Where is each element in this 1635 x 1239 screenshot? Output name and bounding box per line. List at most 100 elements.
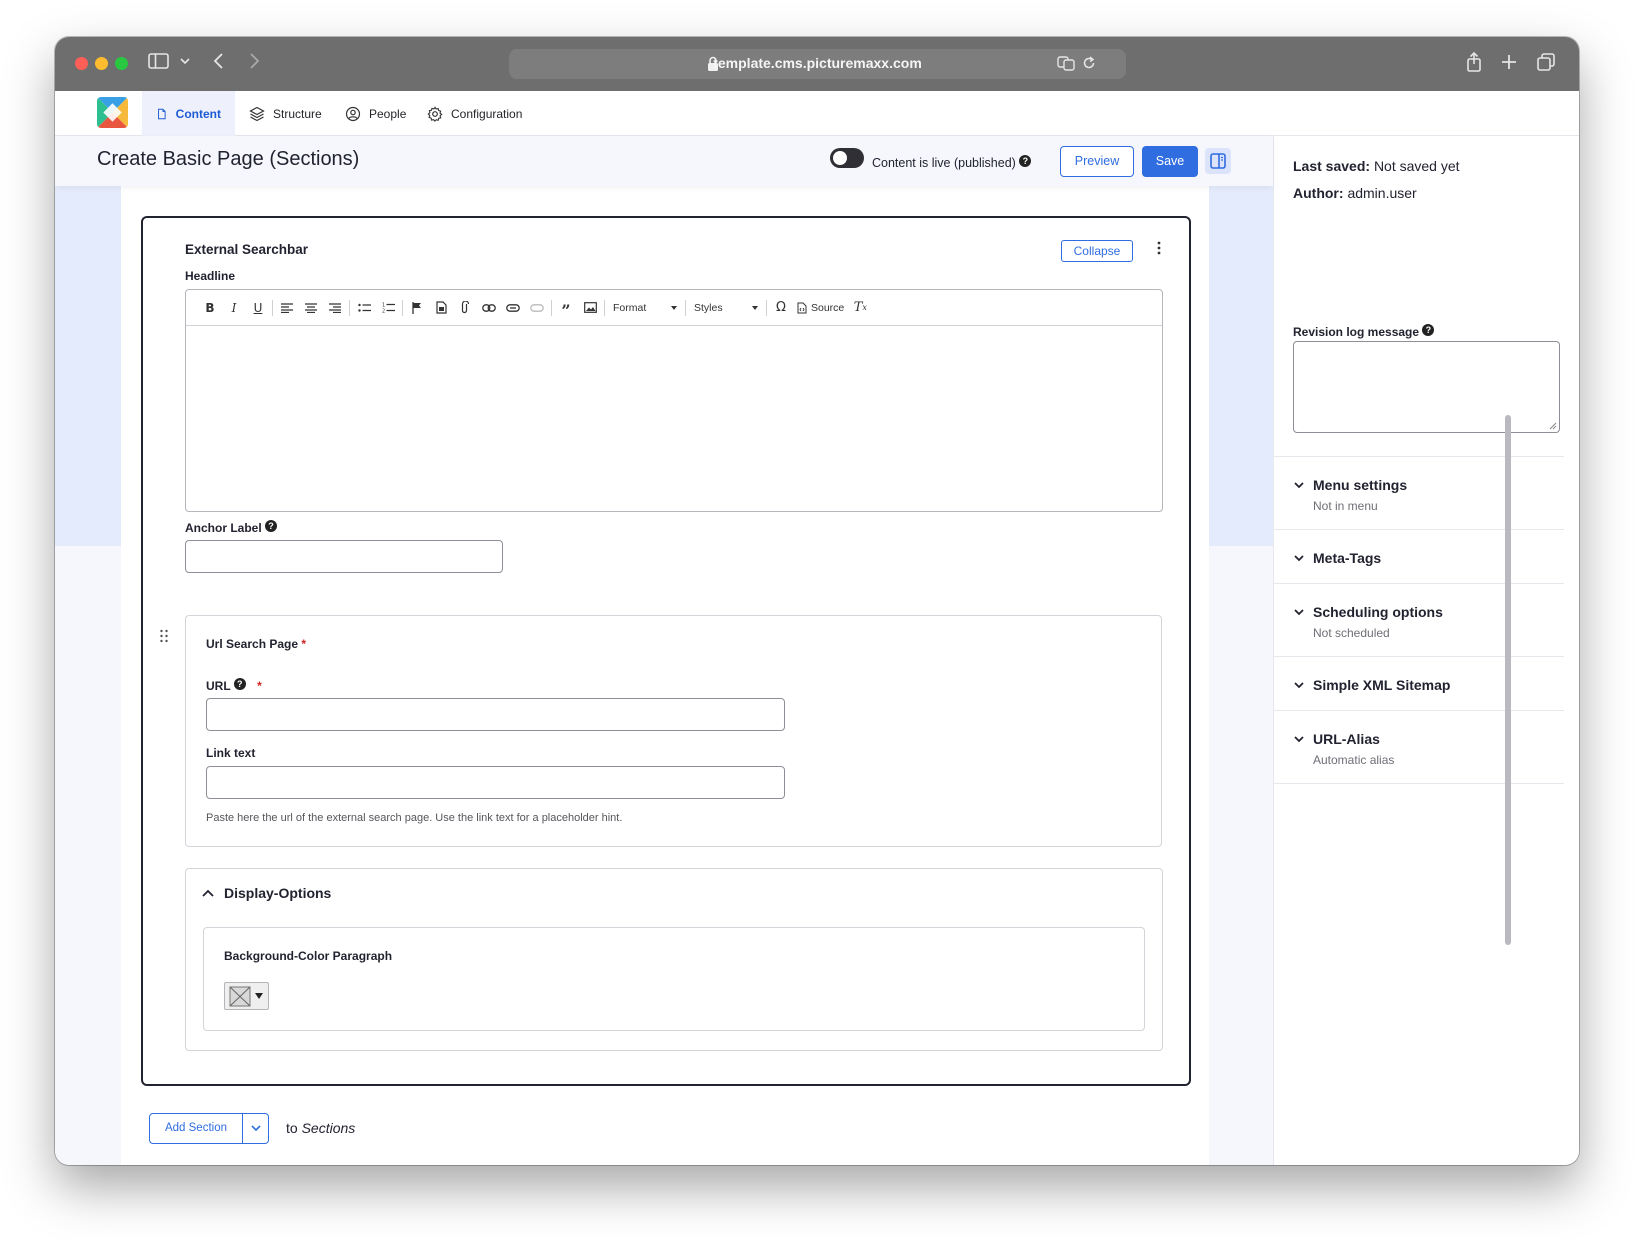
help-icon[interactable]: ? [1019,155,1032,167]
italic-icon[interactable]: I [222,296,246,320]
special-character-icon[interactable]: Ω [769,296,793,320]
anchor-flag-icon[interactable] [405,296,429,320]
editor-toolbar: B I U 12 ” Format Styles Ω Source T x [186,290,1162,326]
close-window-button[interactable] [75,57,88,70]
link-icon[interactable] [477,296,501,320]
toolbar-item-label: Configuration [451,106,523,121]
page-title: Create Basic Page (Sections) [97,148,360,170]
align-left-icon[interactable] [275,296,299,320]
collapse-button[interactable]: Collapse [1061,240,1133,262]
accordion-title: URL-Alias [1313,731,1380,747]
align-right-icon[interactable] [323,296,347,320]
translate-icon[interactable] [1057,54,1075,75]
resize-handle-icon[interactable] [1549,422,1557,430]
format-dropdown[interactable]: Format [607,296,683,320]
tab-overview-icon[interactable] [1536,51,1556,79]
help-icon[interactable]: ? [233,678,246,690]
blockquote-icon[interactable]: ” [554,296,578,320]
align-center-icon[interactable] [299,296,323,320]
section-title: External Searchbar [185,242,309,257]
remove-format-icon[interactable]: Tx [848,296,872,320]
chevron-down-icon [1294,682,1304,689]
document-icon[interactable] [429,296,453,320]
link-alt-icon[interactable] [501,296,525,320]
save-button[interactable]: Save [1142,146,1198,177]
anchor-label-input[interactable] [185,540,503,573]
image-icon[interactable] [578,296,602,320]
author-label: Author: [1293,185,1344,201]
caret-down-icon [671,305,677,310]
new-tab-icon[interactable] [1500,51,1518,79]
underline-icon[interactable]: U [246,296,270,320]
sidebar-toggle-icon[interactable] [148,51,170,77]
more-actions-icon[interactable] [1154,240,1164,260]
zoom-window-button[interactable] [115,57,128,70]
chevron-down-icon [1294,609,1304,616]
chevron-down-icon[interactable] [180,51,190,77]
bold-icon[interactable]: B [198,296,222,320]
accordion-title: Meta-Tags [1313,550,1382,566]
help-icon[interactable]: ? [1422,324,1435,336]
styles-dropdown-label: Styles [694,301,723,314]
chevron-down-icon [251,1125,261,1132]
add-section-button[interactable]: Add Section [150,1114,242,1143]
address-bar[interactable]: template.cms.picturemaxx.com [509,49,1126,79]
help-icon[interactable]: ? [265,520,278,532]
toolbar-item-label: Content [175,106,221,121]
headline-editor[interactable]: B I U 12 ” Format Styles Ω Source T x [185,289,1163,512]
layers-icon [249,106,265,121]
preview-button[interactable]: Preview [1060,146,1134,177]
editor-content-area[interactable] [186,326,1162,511]
accordion-title: Scheduling options [1313,604,1443,620]
toolbar-item-content[interactable]: Content [142,91,235,136]
forward-icon[interactable] [247,51,261,77]
accordion-meta-tags[interactable]: Meta-Tags [1274,530,1564,584]
toggle-sidebar-button[interactable] [1205,148,1231,174]
browser-chrome: template.cms.picturemaxx.com [55,37,1579,91]
toolbar-separator [551,299,552,316]
browser-window: template.cms.picturemaxx.com Content Str… [55,37,1579,1165]
revision-log-label-text: Revision log message [1293,325,1420,339]
display-options-toggle[interactable]: Display-Options [202,885,331,901]
chevron-down-icon [1294,482,1304,489]
sidebar-scrollbar[interactable] [1505,415,1511,945]
author-info: Author: admin.user [1293,185,1417,201]
toolbar-item-configuration[interactable]: Configuration [413,91,536,136]
source-icon [797,302,807,313]
bulleted-list-icon[interactable] [352,296,376,320]
toolbar-item-structure[interactable]: Structure [235,91,336,136]
add-section-split-button: Add Section [149,1113,269,1144]
published-label: Content is live (published) ? [872,155,1032,170]
reload-icon[interactable] [1081,54,1097,75]
add-section-dropdown-toggle[interactable] [243,1114,269,1143]
link-text-input[interactable] [206,766,785,799]
source-button[interactable]: Source [793,296,848,320]
numbered-list-icon[interactable]: 12 [376,296,400,320]
accordion-simple-xml-sitemap[interactable]: Simple XML Sitemap [1274,657,1564,711]
minimize-window-button[interactable] [95,57,108,70]
toolbar-item-label: People [369,106,407,121]
accordion-url-alias[interactable]: URL-Alias Automatic alias [1274,711,1564,784]
url-label: URL ? * [206,678,262,693]
url-input[interactable] [206,698,785,731]
headline-label: Headline [185,269,236,283]
accordion-scheduling-options[interactable]: Scheduling options Not scheduled [1274,584,1564,657]
share-icon[interactable] [1465,51,1483,79]
url-text: template.cms.picturemaxx.com [713,55,922,71]
drag-handle-icon[interactable] [159,628,169,644]
published-toggle[interactable] [830,148,864,168]
accordion-menu-settings[interactable]: Menu settings Not in menu [1274,457,1564,530]
back-icon[interactable] [212,51,226,77]
chevron-down-icon [1294,736,1304,743]
anchor-label: Anchor Label ? [185,520,278,535]
cms-logo[interactable] [97,97,128,128]
unlink-icon[interactable] [525,296,549,320]
toolbar-separator [766,299,767,316]
styles-dropdown[interactable]: Styles [688,296,764,320]
toolbar-item-people[interactable]: People [331,91,420,136]
revision-log-textarea[interactable] [1293,341,1560,433]
chevron-up-icon [202,889,214,897]
attachment-icon[interactable] [453,296,477,320]
gear-icon [427,105,443,122]
background-color-picker[interactable] [224,982,269,1010]
